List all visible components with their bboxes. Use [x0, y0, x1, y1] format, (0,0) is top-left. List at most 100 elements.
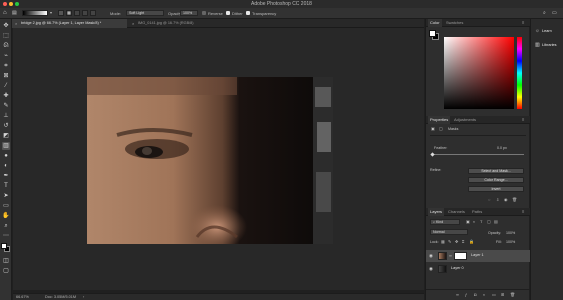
delete-layer-icon[interactable]: 🗑 [510, 292, 515, 297]
eyedropper-tool-icon[interactable]: ⁄ [2, 82, 10, 90]
rectangle-tool-icon[interactable]: ▭ [2, 202, 10, 210]
delete-mask-icon[interactable]: 🗑 [512, 197, 517, 202]
dodge-tool-icon[interactable]: ◐ [2, 162, 10, 170]
blend-mode-select[interactable]: Normal [430, 229, 468, 235]
dock-item-learn[interactable]: ☼ Learn [533, 26, 563, 36]
disable-mask-icon[interactable]: ◉ [504, 197, 508, 202]
type-tool-icon[interactable]: T [2, 182, 10, 190]
diamond-gradient-icon[interactable] [90, 10, 96, 16]
lock-pixels-icon[interactable]: ▦ [441, 239, 445, 244]
zoom-level[interactable]: 66.67% [16, 295, 29, 299]
document-tab-bridge[interactable]: × bridge 2.jpg @ 66.7% (Layer 1, Layer M… [12, 19, 127, 28]
gradient-swatch[interactable] [22, 10, 48, 16]
more-tools-icon[interactable]: ⋯ [2, 232, 10, 240]
tab-paths[interactable]: Paths [470, 208, 484, 216]
vector-mask-icon[interactable]: ▢ [439, 126, 443, 131]
quick-select-tool-icon[interactable]: ⌁ [2, 52, 10, 60]
search-icon[interactable]: ⌕ [543, 10, 546, 16]
zoom-tool-icon[interactable]: ⌕ [2, 222, 10, 230]
filter-type-icon[interactable]: T [480, 219, 482, 224]
feather-slider-thumb[interactable] [430, 152, 435, 157]
chevron-right-icon[interactable]: › [83, 295, 84, 299]
tab-channels[interactable]: Channels [446, 208, 467, 216]
feather-slider-track[interactable] [432, 154, 524, 155]
lock-paint-icon[interactable]: ✎ [448, 239, 451, 244]
stamp-tool-icon[interactable]: ⊥ [2, 112, 10, 120]
quick-mask-icon[interactable]: ◫ [2, 257, 10, 265]
filter-adjust-icon[interactable]: ◐ [473, 219, 475, 224]
filter-pixel-icon[interactable]: ▣ [466, 219, 470, 224]
brush-tool-icon[interactable]: ✎ [2, 102, 10, 110]
radial-gradient-icon[interactable] [66, 10, 72, 16]
frame-tool-icon[interactable]: ⊠ [2, 72, 10, 80]
move-tool-icon[interactable]: ✥ [2, 22, 10, 30]
adjustment-layer-icon[interactable]: ◐ [483, 292, 485, 297]
invert-button[interactable]: Invert [468, 186, 524, 192]
new-group-icon[interactable]: ▭ [492, 292, 496, 297]
screen-mode-icon[interactable]: ▢ [2, 267, 10, 275]
eraser-tool-icon[interactable]: ◩ [2, 132, 10, 140]
color-range-button[interactable]: Color Range... [468, 177, 524, 183]
pen-tool-icon[interactable]: ✒ [2, 172, 10, 180]
panel-menu-icon[interactable]: ≡ [522, 117, 524, 122]
marquee-tool-icon[interactable]: ⬚ [2, 32, 10, 40]
lock-all-icon[interactable]: 🔒 [469, 239, 474, 244]
pixel-mask-icon[interactable]: ▣ [431, 126, 435, 131]
path-select-tool-icon[interactable]: ➤ [2, 192, 10, 200]
panel-menu-icon[interactable]: ≡ [522, 209, 524, 214]
opacity-input[interactable]: 100% [180, 10, 198, 16]
feather-value[interactable]: 0.0 px [497, 146, 507, 150]
healing-tool-icon[interactable]: ✚ [2, 92, 10, 100]
apply-mask-icon[interactable]: ⇩ [496, 197, 499, 202]
layer-mask-thumbnail[interactable] [454, 252, 467, 260]
tab-properties[interactable]: Properties [428, 116, 451, 124]
mode-select[interactable]: Soft Light [126, 10, 164, 16]
layer-row-layer-1[interactable]: ◉ ∞ Layer 1 [426, 250, 530, 262]
visibility-eye-icon[interactable]: ◉ [429, 266, 433, 272]
dither-checkbox[interactable] [226, 11, 230, 15]
linear-gradient-icon[interactable] [58, 10, 64, 16]
fill-value[interactable]: 100% [506, 240, 515, 244]
tab-adjustments[interactable]: Adjustments [452, 116, 478, 124]
load-selection-icon[interactable]: ◌ [488, 197, 490, 202]
filter-smart-icon[interactable]: ▤ [494, 219, 498, 224]
doc-size[interactable]: Doc: 3.05M/5.01M [45, 295, 76, 299]
close-icon[interactable]: × [132, 19, 134, 28]
add-mask-icon[interactable]: ◘ [474, 292, 476, 297]
workspace-icon[interactable]: ▭ [552, 10, 557, 16]
select-and-mask-button[interactable]: Select and Mask... [468, 168, 524, 174]
dock-item-libraries[interactable]: ▥ Libraries [533, 40, 563, 50]
hand-tool-icon[interactable]: ✋ [2, 212, 10, 220]
document-canvas-image[interactable] [87, 77, 333, 244]
transparency-checkbox[interactable] [246, 11, 250, 15]
visibility-eye-icon[interactable]: ◉ [429, 253, 433, 259]
history-brush-tool-icon[interactable]: ↺ [2, 122, 10, 130]
tab-layers[interactable]: Layers [428, 208, 445, 216]
tab-swatches[interactable]: Swatches [444, 19, 465, 27]
layer-opacity-value[interactable]: 100% [506, 231, 515, 235]
tab-color[interactable]: Color [428, 19, 442, 27]
blur-tool-icon[interactable]: ● [2, 152, 10, 160]
panel-menu-icon[interactable]: ≡ [522, 20, 524, 25]
reflected-gradient-icon[interactable] [82, 10, 88, 16]
chevron-down-icon[interactable]: ▾ [50, 10, 52, 15]
reverse-checkbox[interactable] [202, 11, 206, 15]
crop-tool-icon[interactable]: ⌗ [2, 62, 10, 70]
foreground-color-swatch[interactable] [1, 243, 7, 249]
filter-shape-icon[interactable]: ▢ [487, 219, 491, 224]
lasso-tool-icon[interactable]: ᘏ [2, 42, 10, 50]
angle-gradient-icon[interactable] [74, 10, 80, 16]
fx-icon[interactable]: ƒ [465, 292, 467, 297]
link-layers-icon[interactable]: ∞ [456, 292, 459, 297]
home-icon[interactable]: ⌂ [3, 10, 7, 16]
layer-row-layer-0[interactable]: ◉ Layer 0 [426, 263, 530, 275]
document-tab-img[interactable]: × IMG_0141.jpg @ 16.7% (RGB/8) [129, 19, 224, 28]
lock-artboard-icon[interactable]: ⌗ [462, 239, 464, 244]
color-field[interactable] [444, 37, 514, 109]
lock-position-icon[interactable]: ✥ [455, 239, 458, 244]
gradient-tool-icon[interactable]: ▥ [2, 142, 10, 150]
hue-slider[interactable] [517, 37, 522, 109]
close-icon[interactable]: × [15, 19, 17, 28]
layer-filter-select[interactable]: ⌕ Kind [430, 219, 460, 225]
link-icon[interactable]: ∞ [449, 253, 452, 258]
